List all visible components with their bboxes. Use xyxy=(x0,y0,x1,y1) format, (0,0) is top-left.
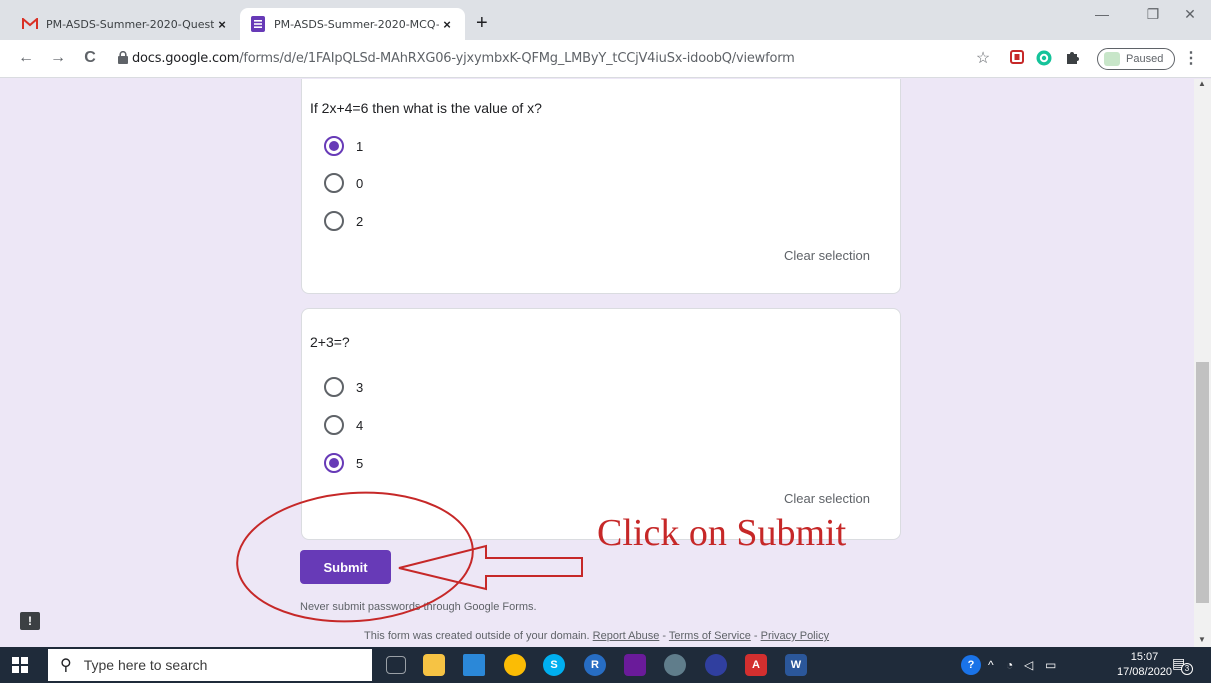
annotation-arrow xyxy=(398,544,583,591)
radio-option[interactable]: 1 xyxy=(324,135,363,157)
radio-button[interactable] xyxy=(324,415,344,435)
profile-paused-button[interactable]: Paused xyxy=(1097,48,1175,70)
page-scrollbar[interactable]: ▲ ▼ xyxy=(1194,79,1211,647)
close-tab-icon[interactable]: × xyxy=(214,17,230,32)
notifications-icon[interactable]: ▤ 3 xyxy=(1172,655,1193,675)
help-icon[interactable]: ? xyxy=(961,655,981,675)
powershell-icon[interactable] xyxy=(463,654,485,676)
scroll-up-icon[interactable]: ▲ xyxy=(1198,79,1206,88)
radio-button[interactable] xyxy=(324,377,344,397)
volume-icon[interactable]: ◁ xyxy=(1024,658,1033,672)
report-abuse-link[interactable]: Report Abuse xyxy=(593,630,660,642)
windows-taskbar: ⚲ Type here to search S R A W ? ^ ◔ ◁ ▭ … xyxy=(0,647,1211,683)
footer-separator: - xyxy=(659,630,669,642)
radio-option[interactable]: 2 xyxy=(324,210,363,232)
avatar xyxy=(1104,52,1120,66)
radio-button[interactable] xyxy=(324,211,344,231)
skype-icon[interactable]: S xyxy=(543,654,565,676)
submit-button[interactable]: Submit xyxy=(300,550,391,584)
clock-time: 15:07 xyxy=(1130,651,1159,663)
browser-tab-strip: PM-ASDS-Summer-2020-Questio × PM-ASDS-Su… xyxy=(0,0,1211,40)
profile-status-label: Paused xyxy=(1126,53,1164,65)
notification-count: 3 xyxy=(1181,663,1193,675)
radio-button-checked[interactable] xyxy=(324,453,344,473)
option-label: 2 xyxy=(356,213,364,229)
url-host: docs.google.com xyxy=(132,51,240,66)
privacy-policy-link[interactable]: Privacy Policy xyxy=(761,630,829,642)
scroll-down-icon[interactable]: ▼ xyxy=(1198,635,1206,644)
search-placeholder: Type here to search xyxy=(83,657,208,673)
radio-option[interactable]: 3 xyxy=(324,376,363,398)
clear-selection-button[interactable]: Clear selection xyxy=(784,248,870,263)
option-label: 5 xyxy=(356,455,364,471)
file-explorer-icon[interactable] xyxy=(423,654,445,676)
radio-button[interactable] xyxy=(324,173,344,193)
radio-button-checked[interactable] xyxy=(324,136,344,156)
taskbar-search-input[interactable]: ⚲ Type here to search xyxy=(48,649,372,681)
reload-icon[interactable]: C xyxy=(80,49,100,67)
extensions-puzzle-icon[interactable] xyxy=(1063,50,1081,68)
r-icon[interactable]: R xyxy=(584,654,606,676)
task-view-icon[interactable] xyxy=(386,656,406,674)
tab-gmail[interactable]: PM-ASDS-Summer-2020-Questio × xyxy=(12,8,240,40)
acrobat-icon[interactable]: A xyxy=(745,654,767,676)
taskbar-clock[interactable]: 15:07 17/08/2020 xyxy=(1117,650,1172,680)
radio-option[interactable]: 0 xyxy=(324,172,363,194)
close-tab-icon[interactable]: × xyxy=(439,17,455,32)
bookmark-star-icon[interactable]: ☆ xyxy=(974,50,992,68)
scroll-thumb[interactable] xyxy=(1196,362,1209,603)
browser-toolbar: ← → C docs.google.com/forms/d/e/1FAIpQLS… xyxy=(0,40,1211,78)
option-label: 0 xyxy=(356,175,364,191)
texmaker-icon[interactable] xyxy=(624,654,646,676)
option-label: 4 xyxy=(356,417,364,433)
google-forms-icon xyxy=(250,16,266,32)
forward-icon[interactable]: → xyxy=(48,49,68,67)
option-label: 3 xyxy=(356,379,364,395)
word-icon[interactable]: W xyxy=(785,654,807,676)
question-card-2: 2+3=? 3 4 5 Clear selection xyxy=(301,308,901,540)
radio-option[interactable]: 4 xyxy=(324,414,363,436)
form-page: If 2x+4=6 then what is the value of x? 1… xyxy=(0,79,1194,647)
restore-icon[interactable]: ❐ xyxy=(1138,6,1168,23)
radio-option[interactable]: 5 xyxy=(324,452,363,474)
footer-notice: This form was created outside of your do… xyxy=(364,630,590,642)
tab-title: PM-ASDS-Summer-2020-MCQ-( xyxy=(274,17,439,31)
feedback-icon[interactable]: ! xyxy=(20,612,40,630)
browser-menu-icon[interactable]: ⋮ xyxy=(1182,50,1200,68)
search-icon: ⚲ xyxy=(60,657,72,674)
tray-chevron-icon[interactable]: ^ xyxy=(988,658,994,672)
network-icon[interactable]: ◔ xyxy=(1006,658,1013,672)
question-card-1: If 2x+4=6 then what is the value of x? 1… xyxy=(301,79,901,294)
grammarly-icon[interactable] xyxy=(1035,50,1053,68)
password-warning: Never submit passwords through Google Fo… xyxy=(300,601,537,613)
form-footer: This form was created outside of your do… xyxy=(364,630,829,642)
address-bar[interactable]: docs.google.com/forms/d/e/1FAIpQLSd-MAhR… xyxy=(108,45,1004,73)
chrome-icon[interactable] xyxy=(504,654,526,676)
clock-date: 17/08/2020 xyxy=(1117,666,1173,678)
recorder-icon[interactable] xyxy=(705,654,727,676)
lock-icon xyxy=(118,51,128,64)
back-icon[interactable]: ← xyxy=(16,49,36,67)
question-title: If 2x+4=6 then what is the value of x? xyxy=(310,100,542,116)
url-text: docs.google.com/forms/d/e/1FAIpQLSd-MAhR… xyxy=(132,51,795,66)
gmail-icon xyxy=(22,16,38,32)
extension-shield-icon[interactable] xyxy=(1008,50,1026,68)
url-path: /forms/d/e/1FAIpQLSd-MAhRXG06-yjxymbxK-Q… xyxy=(239,51,795,66)
option-label: 1 xyxy=(356,138,364,154)
terms-of-service-link[interactable]: Terms of Service xyxy=(669,630,751,642)
tab-google-forms[interactable]: PM-ASDS-Summer-2020-MCQ-( × xyxy=(240,8,465,40)
battery-icon[interactable]: ▭ xyxy=(1045,658,1056,672)
tab-title: PM-ASDS-Summer-2020-Questio xyxy=(46,17,214,31)
clear-selection-button[interactable]: Clear selection xyxy=(784,491,870,506)
annotation-click-on-submit: Click on Submit xyxy=(597,512,847,554)
window-close-icon[interactable]: ✕ xyxy=(1175,6,1205,23)
question-title: 2+3=? xyxy=(310,334,350,350)
footer-separator: - xyxy=(750,630,761,642)
paint-icon[interactable] xyxy=(664,654,686,676)
windows-start-icon[interactable] xyxy=(12,657,28,673)
new-tab-button[interactable]: + xyxy=(476,12,488,35)
minimize-icon[interactable]: — xyxy=(1087,6,1117,22)
